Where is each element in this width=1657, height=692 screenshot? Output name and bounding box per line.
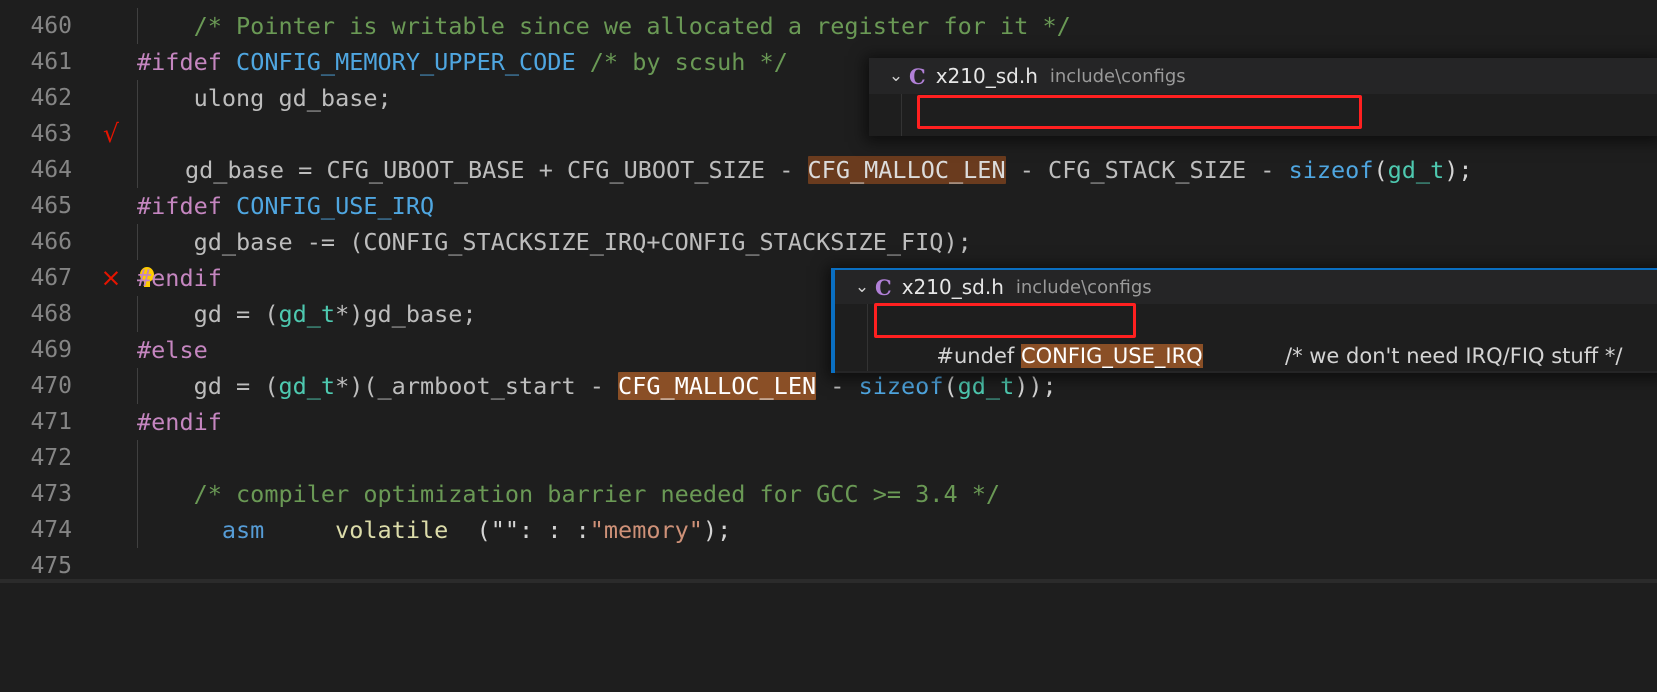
peek-code-row[interactable]: #define CONFIG_MEMORY_UPPER_CODE (869, 94, 1657, 136)
peek-file-name: x210_sd.h (901, 275, 1004, 299)
code-line[interactable]: 465 gd_base = CFG_UBOOT_BASE + CFG_UBOOT… (0, 152, 1657, 287)
peek-file-path: include\configs (1015, 276, 1152, 298)
type-token: gd_t (1387, 156, 1445, 184)
code-content: #endif (137, 404, 222, 440)
code-token: gd_base = CFG_UBOOT_BASE + CFG_UBOOT_SIZ… (185, 156, 808, 184)
punct-token: ("": : : (476, 516, 590, 544)
indent-guide (137, 440, 138, 476)
type-token: gd_t (278, 300, 336, 328)
function-token: sizeof (1288, 156, 1374, 184)
find-match-highlight[interactable]: CFG_MALLOC_LEN (807, 156, 1006, 184)
code-line[interactable]: 460 (0, 0, 1657, 39)
type-token: gd_t (957, 372, 1015, 400)
peek-definition-popup-memory-upper-code[interactable]: ⌄ C x210_sd.h include\configs #define CO… (869, 58, 1657, 136)
preprocessor-token: #else (137, 336, 208, 364)
code-line[interactable]: 474 /* compiler optimization barrier nee… (0, 476, 1657, 543)
code-editor[interactable]: 460 461 /* Pointer is writable since we … (0, 0, 1657, 583)
peek-code-row[interactable]: #ifdef CONFIG_USE_IRQ (835, 339, 1657, 371)
peek-body[interactable]: #define CONFIG_MEMORY_UPPER_CODE (869, 94, 1657, 136)
code-line[interactable]: 473 (0, 440, 1657, 507)
macro-token: CONFIG_MEMORY_UPPER_CODE (236, 48, 576, 76)
comment-token: /* Pointer is writable since we allocate… (193, 12, 1071, 40)
find-current-match-highlight[interactable]: CFG_MALLOC_LEN (618, 372, 817, 400)
chevron-down-icon[interactable]: ⌄ (883, 66, 909, 86)
preprocessor-token: #endif (137, 408, 222, 436)
code-content: ulong gd_base; (137, 80, 392, 116)
punct-token: ); (702, 516, 732, 544)
code-token: - (816, 372, 859, 400)
c-file-icon: C (909, 63, 926, 89)
code-token: - CFG_STACK_SIZE - (1005, 156, 1289, 184)
code-line[interactable]: 461 /* Pointer is writable since we allo… (0, 8, 1657, 75)
indent-guide (137, 152, 138, 188)
code-line[interactable]: 471 gd = (gd_t*)(_armboot_start - CFG_MA… (0, 368, 1657, 435)
code-line[interactable]: 467 gd_base -= (CONFIG_STACKSIZE_IRQ+CON… (0, 224, 1657, 291)
code-content: gd_base -= (CONFIG_STACKSIZE_IRQ+CONFIG_… (137, 224, 972, 260)
macro-token: CONFIG_USE_IRQ (236, 192, 435, 220)
code-line[interactable]: 466 × #ifdef CONFIG_USE_IRQ (0, 188, 1657, 292)
code-content: gd_base = CFG_UBOOT_BASE + CFG_UBOOT_SIZ… (185, 152, 1473, 188)
code-content: #ifdef CONFIG_USE_IRQ (137, 188, 434, 224)
preprocessor-token: #endif (137, 264, 222, 292)
punct-token: )); (1014, 372, 1057, 400)
peek-definition-popup-use-irq[interactable]: ⌄ C x210_sd.h include\configs #undef CON… (831, 268, 1657, 373)
code-content: gd = (gd_t*)gd_base; (137, 296, 477, 332)
string-token: "memory" (589, 516, 703, 544)
code-token: gd = ( (193, 372, 279, 400)
code-content: #ifdef CONFIG_MEMORY_UPPER_CODE /* by sc… (137, 44, 788, 80)
function-token: sizeof (858, 372, 944, 400)
peek-code-row[interactable]: #undef CONFIG_USE_IRQ/* we don't need IR… (835, 304, 1657, 368)
comment-token: /* compiler optimization barrier needed … (193, 480, 1001, 508)
code-content: gd = (gd_t*)(_armboot_start - CFG_MALLOC… (137, 368, 1057, 404)
code-token: gd = ( (193, 300, 279, 328)
keyword-token: asm (221, 516, 265, 544)
preprocessor-token: #ifdef (137, 192, 222, 220)
punct-token: ( (1373, 156, 1388, 184)
indent-guide (137, 116, 138, 152)
horizontal-scrollbar[interactable] (0, 579, 1657, 583)
chevron-down-icon[interactable]: ⌄ (849, 277, 875, 297)
peek-body[interactable]: #undef CONFIG_USE_IRQ/* we don't need IR… (835, 304, 1657, 371)
peek-header[interactable]: ⌄ C x210_sd.h include\configs (835, 270, 1657, 304)
c-file-icon: C (875, 274, 892, 300)
punct-token: ); (1444, 156, 1473, 184)
code-content: /* Pointer is writable since we allocate… (137, 8, 1071, 44)
type-token: gd_t (278, 372, 336, 400)
code-content: #endif (137, 260, 222, 296)
code-token: *)(_armboot_start - (335, 372, 619, 400)
punct-token: ( (943, 372, 958, 400)
preprocessor-token: #ifdef (137, 48, 222, 76)
code-content: /* compiler optimization barrier needed … (137, 476, 1000, 512)
peek-file-name: x210_sd.h (935, 64, 1038, 88)
code-content: asm volatile ("": : :"memory"); (137, 512, 731, 548)
code-token: ulong gd_base; (193, 84, 392, 112)
code-content: #else (137, 332, 208, 368)
code-line[interactable]: 475 asm volatile ("": : :"memory"); (0, 512, 1657, 579)
peek-header[interactable]: ⌄ C x210_sd.h include\configs (869, 58, 1657, 94)
comment-token: /* by scsuh */ (589, 48, 788, 76)
code-line[interactable]: 472 #endif (0, 404, 1657, 471)
code-token: *)gd_base; (335, 300, 477, 328)
code-token: gd_base -= (CONFIG_STACKSIZE_IRQ+CONFIG_… (193, 228, 972, 256)
keyword-token: volatile (335, 516, 449, 544)
peek-file-path: include\configs (1049, 65, 1186, 87)
